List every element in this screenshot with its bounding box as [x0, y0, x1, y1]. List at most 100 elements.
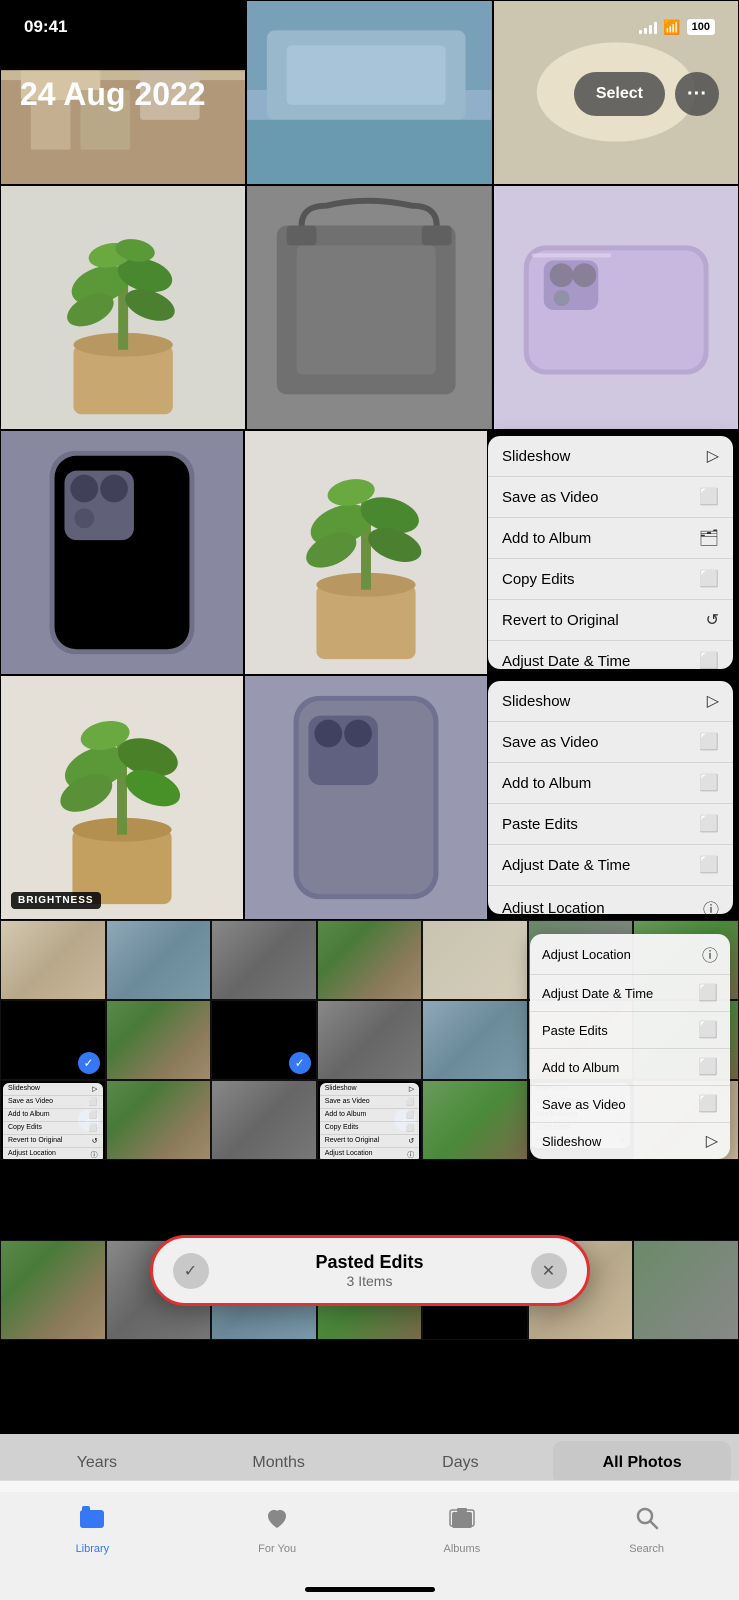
thumb-15[interactable]: ✓ Slideshow ▷ Save as Video ⬜ Add to Alb…: [0, 1080, 106, 1160]
photo-row-3: Slideshow ▷ Save as Video ⬜ Add to Album…: [0, 430, 739, 675]
status-bar: 09:41 📶 100: [0, 0, 739, 54]
pasted-text: Pasted Edits 3 Items: [221, 1252, 519, 1289]
photo-grid: Slideshow ▷ Save as Video ⬜ Add to Album…: [0, 0, 739, 1600]
select-button[interactable]: Select: [574, 72, 665, 116]
tab-library-label: Library: [76, 1543, 110, 1555]
ctx-item-add-album-1[interactable]: Add to Album 🗂: [488, 518, 733, 559]
check-badge-2: ✓: [289, 1052, 311, 1074]
tab-albums-label: Albums: [444, 1543, 481, 1555]
status-icons: 📶 100: [639, 19, 715, 36]
tab-library[interactable]: Library: [0, 1504, 185, 1555]
ctx3-item-location[interactable]: Adjust Location ⓘ: [530, 934, 730, 975]
location-icon-2: ⓘ: [703, 896, 719, 914]
pasted-subtitle: 3 Items: [221, 1273, 519, 1289]
battery-indicator: 100: [687, 19, 715, 35]
ctx-item-slideshow-2[interactable]: Slideshow ▷: [488, 681, 733, 722]
thumb-17[interactable]: [211, 1080, 317, 1160]
ctx-item-adjust-date-1[interactable]: Adjust Date & Time ⬜: [488, 641, 733, 669]
photo-phone-side[interactable]: [244, 675, 488, 920]
status-time: 09:41: [24, 17, 67, 37]
slideshow-icon-2: ▷: [707, 691, 719, 711]
thumb-11[interactable]: [317, 1000, 423, 1080]
tab-albums[interactable]: Albums: [370, 1504, 555, 1555]
add-album-icon-2: ⬜: [699, 773, 719, 793]
more-button[interactable]: ···: [675, 72, 719, 116]
pasted-check-button[interactable]: ✓: [173, 1253, 209, 1289]
ctx3-item-slideshow[interactable]: Slideshow ▷: [530, 1123, 730, 1159]
date-icon-2: ⬜: [699, 855, 719, 875]
albums-icon: [448, 1504, 476, 1539]
tab-search-label: Search: [629, 1543, 664, 1555]
tab-days[interactable]: Days: [372, 1441, 550, 1485]
ctx-item-save-video-2[interactable]: Save as Video ⬜: [488, 722, 733, 763]
photo-plant-2[interactable]: [244, 430, 488, 675]
ctx3-item-date[interactable]: Adjust Date & Time ⬜: [530, 975, 730, 1012]
home-indicator: [305, 1587, 435, 1592]
slideshow-icon-1: ▷: [707, 446, 719, 466]
tab-for-you[interactable]: For You: [185, 1504, 370, 1555]
context-menu-2: Slideshow ▷ Save as Video ⬜ Add to Album…: [488, 681, 733, 914]
for-you-icon: [263, 1504, 291, 1539]
copy-edits-icon: ⬜: [699, 569, 719, 589]
save-video-icon-1: ⬜: [699, 487, 719, 507]
ctx3-item-paste[interactable]: Paste Edits ⬜: [530, 1012, 730, 1049]
thumb-16[interactable]: [106, 1080, 212, 1160]
thumb-19[interactable]: [422, 1080, 528, 1160]
photo-plant-3[interactable]: BRIGHTNESS BRIGHTNESS: [0, 675, 244, 920]
paste-edits-icon: ⬜: [699, 814, 719, 834]
ctx3-item-add-album[interactable]: Add to Album ⬜: [530, 1049, 730, 1086]
ctx-item-paste-edits[interactable]: Paste Edits ⬜: [488, 804, 733, 845]
ctx-item-revert[interactable]: Revert to Original ↺: [488, 600, 733, 641]
header-date: 24 Aug 2022: [20, 76, 206, 113]
thumb-4[interactable]: [317, 920, 423, 1000]
thumb-8[interactable]: ✓: [0, 1000, 106, 1080]
header-buttons: Select ···: [574, 72, 719, 116]
photo-row-4: BRIGHTNESS BRIGHTNESS Slideshow: [0, 675, 739, 920]
ctx-item-save-video-1[interactable]: Save as Video ⬜: [488, 477, 733, 518]
ctx-item-slideshow-1[interactable]: Slideshow ▷: [488, 436, 733, 477]
tab-search[interactable]: Search: [554, 1504, 739, 1555]
thumb-5[interactable]: [422, 920, 528, 1000]
tab-years[interactable]: Years: [8, 1441, 186, 1485]
photo-plant-1[interactable]: [0, 185, 246, 430]
thumb-9[interactable]: [106, 1000, 212, 1080]
thumb-18[interactable]: ✓ Slideshow ▷ Save as Video ⬜ Add to Alb…: [317, 1080, 423, 1160]
thumb-22[interactable]: [0, 1240, 106, 1340]
ctx-item-copy-edits[interactable]: Copy Edits ⬜: [488, 559, 733, 600]
bottom-tab-bar: Library For You Albums Search: [0, 1492, 739, 1600]
pasted-edits-banner: ✓ Pasted Edits 3 Items ✕: [150, 1235, 590, 1306]
tab-all-photos[interactable]: All Photos: [553, 1441, 731, 1485]
search-icon: [633, 1504, 661, 1539]
mini-ctx-1: Slideshow ▷ Save as Video ⬜ Add to Album…: [3, 1083, 103, 1160]
brightness-badge: BRIGHTNESS: [11, 892, 101, 909]
photo-purple-phone[interactable]: [493, 185, 739, 430]
context-menu-3: Adjust Location ⓘ Adjust Date & Time ⬜ P…: [530, 934, 730, 1159]
library-icon: [78, 1504, 106, 1539]
thumb-3[interactable]: [211, 920, 317, 1000]
tab-for-you-label: For You: [258, 1543, 296, 1555]
ctx-item-add-album-2[interactable]: Add to Album ⬜: [488, 763, 733, 804]
signal-icon: [639, 20, 657, 34]
mini-ctx-2: Slideshow ▷ Save as Video ⬜ Add to Album…: [320, 1083, 420, 1160]
header: 24 Aug 2022 Select ···: [0, 54, 739, 134]
photo-bag[interactable]: [246, 185, 492, 430]
ctx3-item-save-video[interactable]: Save as Video ⬜: [530, 1086, 730, 1123]
pasted-title: Pasted Edits: [221, 1252, 519, 1273]
revert-icon: ↺: [706, 610, 719, 630]
save-video-icon-2: ⬜: [699, 732, 719, 752]
tab-months[interactable]: Months: [190, 1441, 368, 1485]
thumb-1[interactable]: [0, 920, 106, 1000]
pasted-dismiss-button[interactable]: ✕: [531, 1253, 567, 1289]
thumb-12[interactable]: [422, 1000, 528, 1080]
wifi-icon: 📶: [663, 19, 680, 36]
date-icon-1: ⬜: [699, 651, 719, 669]
thumb-28[interactable]: [633, 1240, 739, 1340]
context-menu-1: Slideshow ▷ Save as Video ⬜ Add to Album…: [488, 436, 733, 669]
check-badge-1: ✓: [78, 1052, 100, 1074]
thumb-2[interactable]: [106, 920, 212, 1000]
thumb-10[interactable]: ✓: [211, 1000, 317, 1080]
photo-phone-back[interactable]: [0, 430, 244, 675]
ctx-item-adjust-location-2[interactable]: Adjust Location ⓘ: [488, 886, 733, 914]
ctx-item-adjust-date-2[interactable]: Adjust Date & Time ⬜: [488, 845, 733, 886]
photo-row-2: [0, 185, 739, 430]
